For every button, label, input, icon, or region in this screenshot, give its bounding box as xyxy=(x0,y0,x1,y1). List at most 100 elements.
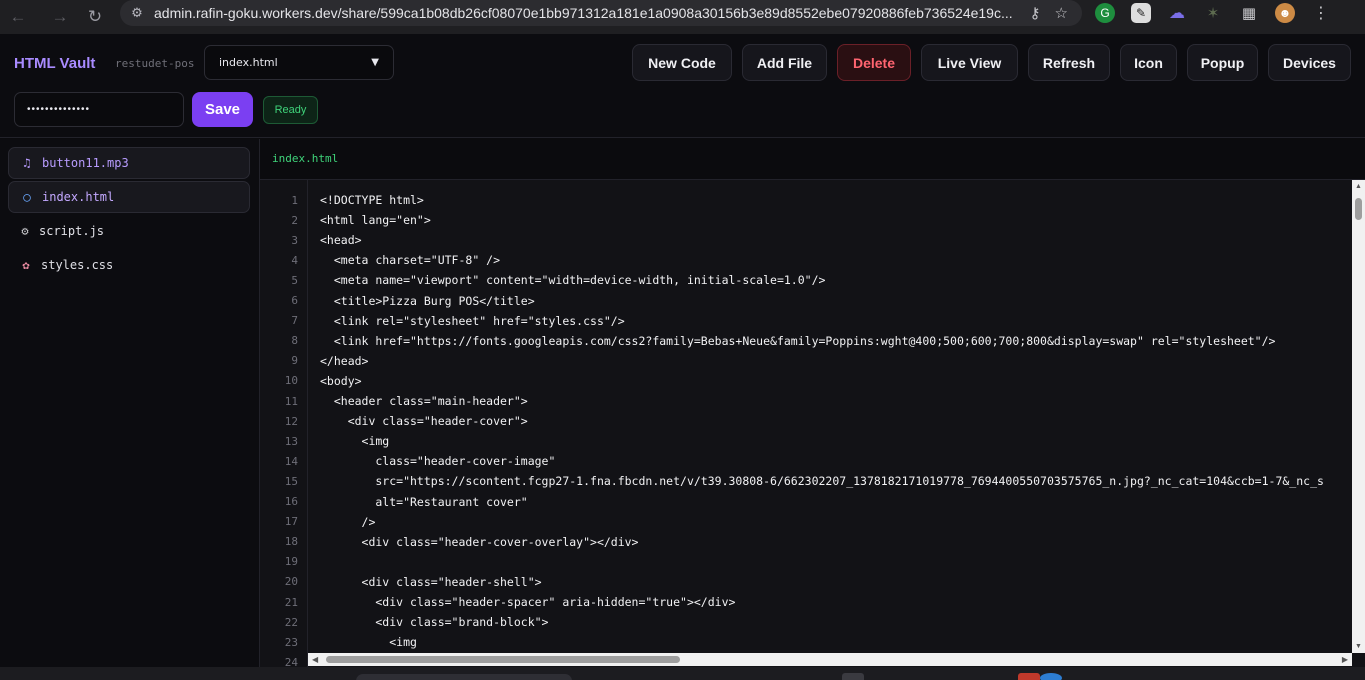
code-text[interactable]: <div class="header-cover-overlay"></div> xyxy=(320,535,639,549)
code-text[interactable]: <img xyxy=(320,434,390,448)
devices-button[interactable]: Devices xyxy=(1268,44,1351,81)
editor-tab-filename: index.html xyxy=(272,152,339,165)
file-item-index-html[interactable]: ◯ index.html xyxy=(8,181,250,213)
extensions-icon[interactable]: ▦ xyxy=(1239,3,1259,23)
code-line[interactable]: 15 src="https://scontent.fcgp27-1.fna.fb… xyxy=(260,471,1324,491)
code-line[interactable]: 12 <div class="header-cover"> xyxy=(260,411,528,431)
code-line[interactable]: 2 <html lang="en"> xyxy=(260,210,430,230)
file-item-button11-mp3[interactable]: ♫ button11.mp3 xyxy=(8,147,250,179)
toolbar: New Code Add File Delete Live View Refre… xyxy=(632,44,1351,81)
code-line[interactable]: 23 <img xyxy=(260,632,417,652)
key-icon[interactable]: ⚷ xyxy=(1030,4,1041,22)
file-select[interactable]: index.html ▼ xyxy=(204,45,394,80)
code-line[interactable]: 3 <head> xyxy=(260,230,361,250)
code-text[interactable]: <div class="header-shell"> xyxy=(320,575,542,589)
code-line[interactable]: 4 <meta charset="UTF-8" /> xyxy=(260,250,500,270)
palette-icon: ✿ xyxy=(22,258,30,272)
code-text[interactable]: <div class="brand-block"> xyxy=(320,615,548,629)
code-text[interactable]: <meta name="viewport" content="width=dev… xyxy=(320,273,826,287)
code-text[interactable]: <link rel="stylesheet" href="styles.css"… xyxy=(320,314,625,328)
taskbar-search[interactable] xyxy=(356,674,572,680)
code-line[interactable]: 9 </head> xyxy=(260,351,368,371)
code-text[interactable]: <link href="https://fonts.googleapis.com… xyxy=(320,334,1276,348)
code-text[interactable]: <div class="header-cover"> xyxy=(320,414,528,428)
code-text[interactable]: <head> xyxy=(320,233,362,247)
code-line[interactable]: 8 <link href="https://fonts.googleapis.c… xyxy=(260,331,1275,351)
code-line[interactable]: 21 <div class="header-spacer" aria-hidde… xyxy=(260,592,736,612)
site-settings-icon[interactable]: ⚙ xyxy=(120,5,154,21)
code-line[interactable]: 10 <body> xyxy=(260,371,362,391)
code-text[interactable]: <header class="main-header"> xyxy=(320,394,528,408)
code-line[interactable]: 13 <img xyxy=(260,431,390,451)
address-bar[interactable]: ⚙ admin.rafin-goku.workers.dev/share/599… xyxy=(120,0,1082,26)
new-code-button[interactable]: New Code xyxy=(632,44,732,81)
bug-extension-icon[interactable]: ✶ xyxy=(1203,3,1223,23)
grammar-extension-icon[interactable]: G xyxy=(1095,3,1115,23)
code-line[interactable]: 11 <header class="main-header"> xyxy=(260,391,528,411)
popup-button[interactable]: Popup xyxy=(1187,44,1258,81)
code-line[interactable]: 6 <title>Pizza Burg POS</title> xyxy=(260,291,534,311)
refresh-button[interactable]: Refresh xyxy=(1028,44,1110,81)
vertical-scroll-thumb[interactable] xyxy=(1355,198,1362,220)
taskbar-app[interactable] xyxy=(1040,673,1062,680)
reload-icon[interactable]: ↻ xyxy=(77,0,113,34)
file-item-label: index.html xyxy=(42,190,115,204)
forward-icon[interactable]: → xyxy=(42,0,78,34)
code-line[interactable]: 1 <!DOCTYPE html> xyxy=(260,190,423,210)
globe-icon: ◯ xyxy=(23,190,31,204)
code-text[interactable]: <body> xyxy=(320,374,362,388)
scroll-down-icon[interactable]: ▼ xyxy=(1355,643,1362,650)
url-text[interactable]: admin.rafin-goku.workers.dev/share/599ca… xyxy=(154,5,1016,21)
code-text[interactable]: <meta charset="UTF-8" /> xyxy=(320,253,500,267)
star-icon[interactable]: ☆ xyxy=(1055,4,1068,22)
icon-button[interactable]: Icon xyxy=(1120,44,1177,81)
code-line[interactable]: 7 <link rel="stylesheet" href="styles.cs… xyxy=(260,311,624,331)
code-line[interactable]: 14 class="header-cover-image" xyxy=(260,451,556,471)
code-text[interactable]: <img xyxy=(320,635,417,649)
code-text[interactable]: <div class="header-spacer" aria-hidden="… xyxy=(320,595,735,609)
code-line[interactable]: 19 xyxy=(260,552,298,572)
file-item-script-js[interactable]: ⚙ script.js xyxy=(8,215,250,247)
taskbar-app[interactable] xyxy=(1018,673,1040,680)
code-text[interactable]: class="header-cover-image" xyxy=(320,454,555,468)
app-title: HTML Vault xyxy=(14,55,96,72)
delete-button[interactable]: Delete xyxy=(837,44,911,81)
line-number: 21 xyxy=(284,595,298,609)
live-view-button[interactable]: Live View xyxy=(921,44,1018,81)
file-item-styles-css[interactable]: ✿ styles.css xyxy=(8,249,250,281)
code-line[interactable]: 18 <div class="header-cover-overlay"></d… xyxy=(260,532,639,552)
add-file-button[interactable]: Add File xyxy=(742,44,827,81)
password-input[interactable]: •••••••••••••• xyxy=(14,92,184,127)
vertical-scrollbar[interactable]: ▲ ▼ xyxy=(1352,180,1365,653)
horizontal-scrollbar[interactable]: ◀ ▶ xyxy=(308,653,1352,666)
code-line[interactable]: 24 xyxy=(260,652,298,667)
code-text[interactable]: /> xyxy=(320,515,376,529)
code-area[interactable]: 1 <!DOCTYPE html> 2 <html lang="en"> 3 <head>… xyxy=(260,179,1365,667)
scroll-left-icon[interactable]: ◀ xyxy=(312,655,318,664)
line-number: 15 xyxy=(284,474,298,488)
code-text[interactable]: <html lang="en"> xyxy=(320,213,431,227)
pen-extension-icon[interactable]: ✎ xyxy=(1131,3,1151,23)
menu-icon[interactable]: ⋮ xyxy=(1311,3,1331,23)
code-line[interactable]: 22 <div class="brand-block"> xyxy=(260,612,549,632)
ghost-extension-icon[interactable]: ☁ xyxy=(1167,3,1187,23)
code-line[interactable]: 16 alt="Restaurant cover" xyxy=(260,492,528,512)
scroll-right-icon[interactable]: ▶ xyxy=(1342,655,1348,664)
taskbar-app[interactable] xyxy=(842,673,864,680)
line-number: 1 xyxy=(291,193,298,207)
profile-avatar[interactable]: ☻ xyxy=(1275,3,1295,23)
save-button[interactable]: Save xyxy=(192,92,253,127)
os-taskbar xyxy=(0,667,1365,680)
scroll-up-icon[interactable]: ▲ xyxy=(1355,183,1362,190)
back-icon[interactable]: ← xyxy=(0,0,36,34)
code-line[interactable]: 20 <div class="header-shell"> xyxy=(260,572,542,592)
code-text[interactable]: src="https://scontent.fcgp27-1.fna.fbcdn… xyxy=(320,474,1324,488)
code-text[interactable]: <title>Pizza Burg POS</title> xyxy=(320,294,535,308)
code-text[interactable]: </head> xyxy=(320,354,368,368)
line-number: 8 xyxy=(291,334,298,348)
horizontal-scroll-thumb[interactable] xyxy=(326,656,680,663)
code-text[interactable]: alt="Restaurant cover" xyxy=(320,495,527,509)
code-line[interactable]: 5 <meta name="viewport" content="width=d… xyxy=(260,270,825,290)
code-line[interactable]: 17 /> xyxy=(260,512,376,532)
code-text[interactable]: <!DOCTYPE html> xyxy=(320,193,424,207)
